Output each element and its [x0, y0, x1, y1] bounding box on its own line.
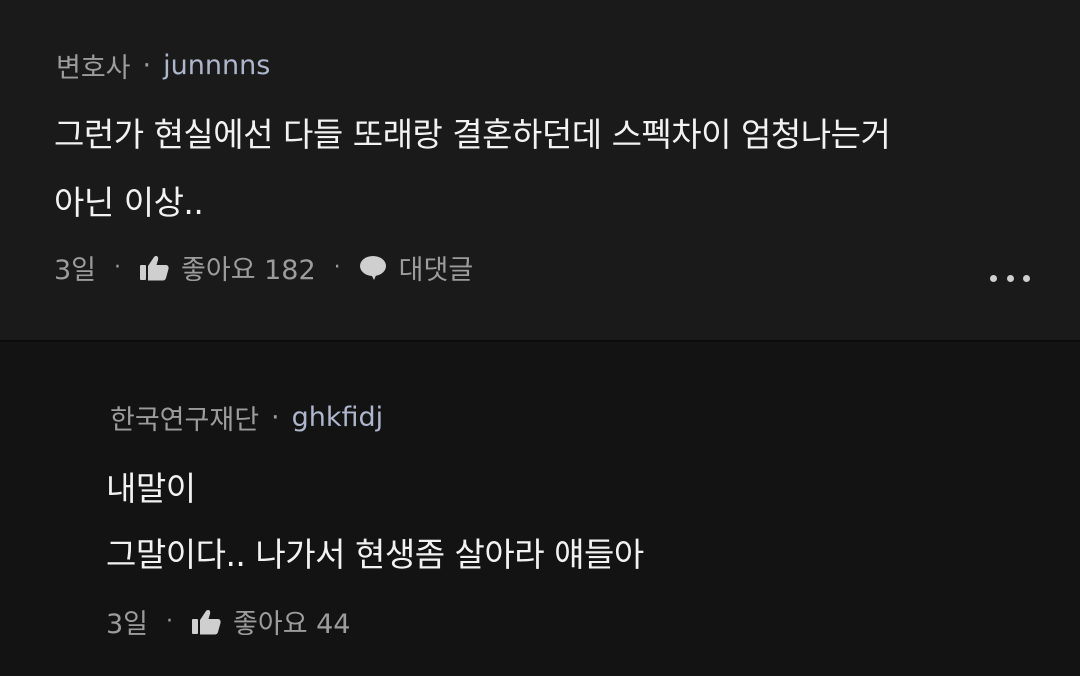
author-name[interactable]: 변호사 — [56, 46, 131, 85]
author-name[interactable]: 한국연구재단 — [110, 398, 259, 437]
comment-header: 한국연구재단 · ghkfidj — [110, 398, 383, 437]
timestamp: 3일 — [54, 255, 97, 286]
thumbs-up-icon — [139, 255, 169, 281]
speech-bubble-icon — [359, 255, 387, 281]
reply-label: 대댓글 — [398, 255, 474, 286]
comment-actions: 3일 · 좋아요 182 · 대댓글 — [54, 248, 473, 287]
reply-item: 한국연구재단 · ghkfidj 내말이 그말이다.. 나가서 현생좀 살아라 … — [0, 342, 1080, 676]
more-options-button[interactable] — [990, 268, 1030, 288]
author-handle[interactable]: ghkfidj — [292, 402, 384, 433]
like-count: 좋아요 182 — [181, 255, 316, 286]
author-handle[interactable]: junnnns — [163, 50, 270, 81]
more-horizontal-icon — [1006, 274, 1014, 282]
like-button[interactable]: 좋아요 182 — [139, 248, 316, 287]
reply-button[interactable]: 대댓글 — [359, 248, 474, 287]
like-button[interactable]: 좋아요 44 — [191, 602, 351, 641]
comment-text-line: 그말이다.. 나가서 현생좀 살아라 얘들아 — [106, 535, 644, 574]
separator-dot: · — [166, 609, 174, 634]
more-horizontal-icon — [990, 274, 997, 282]
comment-text-line: 아닌 이상.. — [54, 183, 204, 222]
separator-dot: · — [114, 255, 122, 280]
separator-dot: · — [271, 402, 280, 433]
comment-text-line: 내말이 — [106, 469, 196, 508]
timestamp: 3일 — [106, 609, 149, 640]
separator-dot: · — [333, 255, 341, 280]
comment-actions: 3일 · 좋아요 44 — [106, 602, 351, 641]
more-horizontal-icon — [1023, 274, 1030, 282]
comment-item: 변호사 · junnnns 그런가 현실에선 다들 또래랑 결혼하던데 스펙차이… — [0, 0, 1080, 340]
comment-text-line: 그런가 현실에선 다들 또래랑 결혼하던데 스펙차이 엄청나는거 — [54, 115, 891, 154]
comment-header: 변호사 · junnnns — [56, 46, 270, 85]
separator-dot: · — [142, 50, 152, 81]
like-count: 좋아요 44 — [233, 609, 351, 640]
thumbs-up-icon — [191, 609, 221, 635]
